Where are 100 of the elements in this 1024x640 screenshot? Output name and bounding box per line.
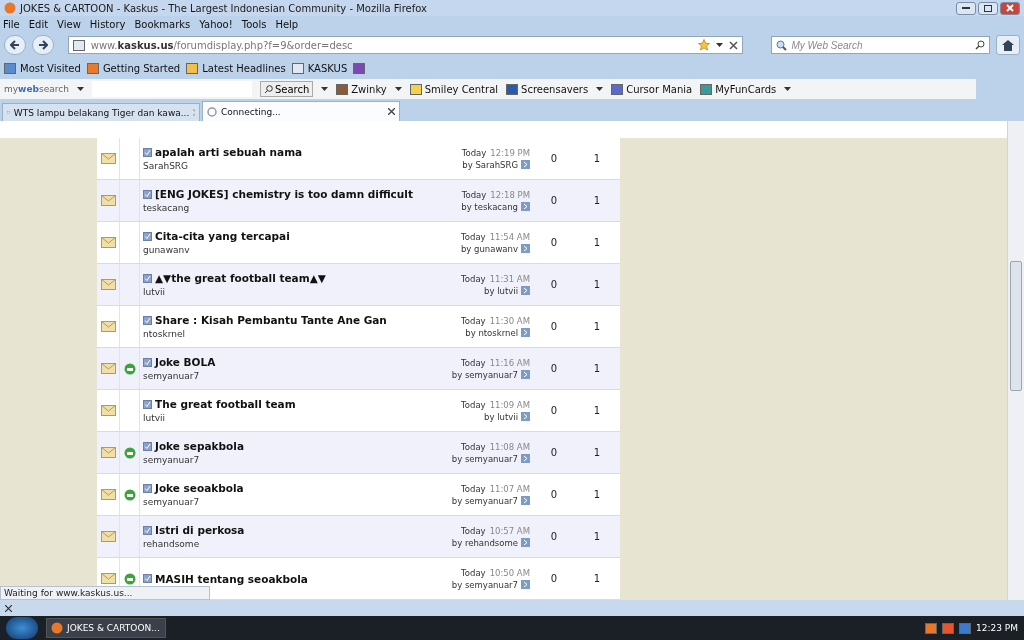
start-button[interactable] xyxy=(6,617,38,639)
last-post-time: 11:30 AM xyxy=(489,315,530,326)
back-button[interactable] xyxy=(4,35,26,55)
browser-tab[interactable]: WTS lampu belakang Tiger dan kawa... xyxy=(2,103,200,121)
caret-icon[interactable] xyxy=(321,87,329,91)
thread-title-link[interactable]: MASIH tentang seoakbola xyxy=(155,572,308,585)
go-arrow-icon[interactable] xyxy=(521,328,530,337)
thread-title-link[interactable]: Cita-cita yang tercapai xyxy=(155,230,290,242)
search-button[interactable]: Search xyxy=(259,81,314,97)
checkbox-icon xyxy=(143,574,152,583)
restore-button[interactable] xyxy=(978,1,998,15)
bookmark-item[interactable]: Most Visited xyxy=(4,63,81,74)
toolbar-item[interactable]: Smiley Central xyxy=(409,83,499,95)
views-count: 1 xyxy=(592,237,602,248)
caret-icon[interactable] xyxy=(76,87,84,91)
caret-icon[interactable] xyxy=(784,87,792,91)
caret-icon[interactable] xyxy=(716,43,724,47)
search-icon[interactable] xyxy=(975,40,986,50)
last-post-time: 10:50 AM xyxy=(489,567,530,578)
thread-title-link[interactable]: ▲▼the great football team▲▼ xyxy=(155,272,326,284)
toolbar-item-icon xyxy=(336,83,349,95)
close-icon xyxy=(1006,4,1014,12)
loading-spinner-icon xyxy=(207,106,217,117)
toolbar-item[interactable]: MyFunCards xyxy=(700,83,777,95)
last-post-date: Today xyxy=(461,189,487,200)
checkbox-icon xyxy=(143,231,152,241)
toolbar-item-icon xyxy=(409,83,422,95)
last-post-time: 12:18 PM xyxy=(490,189,530,200)
go-arrow-icon[interactable] xyxy=(521,202,530,211)
menu-item[interactable]: Bookmarks xyxy=(134,18,191,30)
bookmark-icon xyxy=(353,63,366,74)
menu-item[interactable]: View xyxy=(57,18,81,30)
browser-logo-icon xyxy=(51,622,63,634)
caret-icon[interactable] xyxy=(394,87,402,91)
thread-title-link[interactable]: The great football team xyxy=(155,398,296,410)
go-arrow-icon[interactable] xyxy=(521,538,530,547)
thread-title-link[interactable]: Joke BOLA xyxy=(155,356,216,368)
bookmark-item[interactable]: Getting Started xyxy=(86,63,181,74)
thread-title-link[interactable]: Joke seoakbola xyxy=(155,482,244,494)
envelope-icon xyxy=(100,153,116,164)
taskbar-button[interactable]: JOKES & CARTOON... xyxy=(46,618,166,638)
replies-count: 0 xyxy=(549,447,559,458)
last-post-author: by lutvii xyxy=(484,285,518,296)
star-icon[interactable] xyxy=(698,39,711,51)
menu-item[interactable]: Tools xyxy=(241,18,267,30)
thread-author: lutvii xyxy=(143,413,167,423)
thread-title-link[interactable]: Share : Kisah Pembantu Tante Ane Gan xyxy=(155,314,387,326)
address-bar[interactable]: www.kaskus.us/forumdisplay.php?f=9&order=desc xyxy=(67,36,744,54)
browser-tab[interactable]: Connecting... xyxy=(202,101,400,121)
go-arrow-icon[interactable] xyxy=(521,286,530,295)
go-arrow-icon[interactable] xyxy=(521,160,530,169)
menu-item[interactable]: Yahoo! xyxy=(199,18,233,30)
home-button[interactable] xyxy=(996,35,1020,55)
scrollbar-thumb[interactable] xyxy=(1010,261,1022,391)
go-arrow-icon[interactable] xyxy=(521,496,530,505)
replies-count: 0 xyxy=(549,405,559,416)
replies-count: 0 xyxy=(549,321,559,332)
search-field[interactable]: My Web Search xyxy=(791,39,972,51)
scrollbar[interactable] xyxy=(1007,121,1024,600)
menu-item[interactable]: Edit xyxy=(28,18,49,30)
menu-item[interactable]: File xyxy=(3,18,20,30)
go-arrow-icon[interactable] xyxy=(521,412,530,421)
replies-count: 0 xyxy=(549,153,559,164)
thread-title-link[interactable]: [ENG JOKES] chemistry is too damn difficult xyxy=(155,188,413,200)
envelope-icon xyxy=(100,447,116,458)
go-arrow-icon[interactable] xyxy=(521,244,530,253)
thread-author: rehandsome xyxy=(143,539,201,549)
stop-icon[interactable] xyxy=(729,40,739,50)
toolbar-item[interactable]: Zwinky xyxy=(336,83,387,95)
last-post-time: 10:57 AM xyxy=(489,525,530,536)
last-post-time: 11:31 AM xyxy=(489,273,530,284)
last-post-date: Today xyxy=(461,357,486,368)
thread-author: semyanuar7 xyxy=(143,455,201,465)
close-button[interactable] xyxy=(1000,1,1020,15)
search-bar[interactable]: My Web Search xyxy=(771,36,991,54)
caret-icon[interactable] xyxy=(596,87,604,91)
go-arrow-icon[interactable] xyxy=(521,454,530,463)
last-post-author: by teskacang xyxy=(461,201,518,212)
last-post-date: Today xyxy=(461,483,486,494)
envelope-icon xyxy=(100,237,116,248)
menu-item[interactable]: Help xyxy=(275,18,299,30)
last-post-author: by lutvii xyxy=(484,411,518,422)
forward-button[interactable] xyxy=(31,35,54,55)
go-arrow-icon[interactable] xyxy=(521,580,530,589)
minimize-icon xyxy=(962,7,970,9)
minimize-button[interactable] xyxy=(956,1,976,15)
go-arrow-icon[interactable] xyxy=(521,370,530,379)
toolbar-item[interactable]: Screensavers xyxy=(506,83,589,95)
replies-count: 0 xyxy=(549,489,559,500)
restore-icon xyxy=(984,4,992,12)
last-post-author: by rehandsome xyxy=(451,537,518,548)
thread-title-link[interactable]: Istri di perkosa xyxy=(155,524,245,536)
bookmark-item[interactable]: Latest Headlines xyxy=(186,63,286,74)
menu-item[interactable]: History xyxy=(89,18,126,30)
close-icon[interactable] xyxy=(5,604,12,612)
thread-title-link[interactable]: apalah arti sebuah nama xyxy=(155,146,303,158)
toolbar-item[interactable]: Cursor Mania xyxy=(611,83,693,95)
bookmark-item[interactable]: KASKUS xyxy=(291,63,348,74)
last-post-author: by semyanuar7 xyxy=(451,453,518,464)
thread-title-link[interactable]: Joke sepakbola xyxy=(155,440,244,452)
